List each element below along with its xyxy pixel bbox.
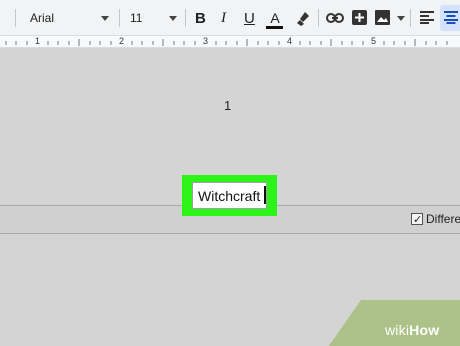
text-color-button[interactable]: A: [267, 0, 283, 36]
italic-button[interactable]: I: [221, 0, 226, 36]
text-color-swatch: [266, 26, 283, 29]
font-size-caret-icon[interactable]: [169, 16, 177, 21]
different-first-page-checkbox[interactable]: ✓: [411, 213, 423, 226]
footer-text-field[interactable]: Witchcraft: [192, 182, 267, 209]
ruler-label: 4: [287, 36, 293, 46]
ruler-label: 1: [35, 36, 41, 46]
align-center-button[interactable]: [440, 5, 460, 31]
highlighter-icon[interactable]: [294, 10, 310, 26]
ruler-label: 3: [203, 36, 209, 46]
wikihow-logo: wikiHow: [385, 322, 439, 338]
toolbar-separator: [410, 9, 411, 27]
toolbar-separator: [119, 9, 120, 27]
toolbar-separator: [185, 9, 186, 27]
wikihow-logo-wiki: wiki: [385, 322, 410, 338]
different-first-page-label[interactable]: Differen: [426, 212, 460, 226]
ruler[interactable]: 1 2 3 4 5: [0, 36, 460, 48]
font-family-select[interactable]: Arial: [30, 0, 110, 36]
ruler-ticks: [5, 39, 448, 46]
ruler-label: 5: [371, 36, 377, 46]
insert-image-caret-icon[interactable]: [397, 16, 405, 21]
insert-image-icon[interactable]: [375, 10, 390, 25]
page-number: 1: [224, 98, 232, 113]
align-center-icon: [444, 11, 458, 24]
wikihow-logo-how: How: [409, 322, 440, 338]
bold-button[interactable]: B: [195, 0, 206, 36]
underline-button[interactable]: U: [244, 0, 255, 36]
ruler-label: 2: [119, 36, 125, 46]
toolbar-separator: [318, 9, 319, 27]
toolbar: Arial 11 B I U A: [0, 0, 460, 36]
font-family-caret-icon[interactable]: [101, 16, 109, 21]
font-size-value: 11: [130, 11, 143, 25]
font-family-value: Arial: [30, 11, 55, 25]
insert-comment-icon[interactable]: [352, 10, 367, 25]
align-left-icon[interactable]: [420, 11, 434, 24]
text-cursor: [264, 186, 266, 204]
link-icon[interactable]: [326, 12, 344, 24]
toolbar-separator: [15, 9, 16, 27]
check-icon: ✓: [413, 214, 423, 226]
